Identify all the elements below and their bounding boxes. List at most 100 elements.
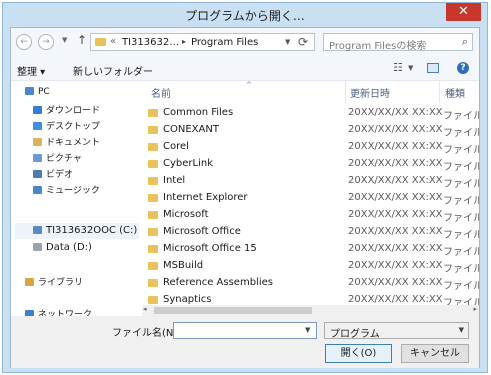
file-date: 20XX/XX/XX XX:XX	[348, 158, 443, 169]
file-name: Microsoft	[163, 209, 209, 220]
column-header-date[interactable]: 更新日時	[350, 85, 390, 100]
folder-icon	[148, 143, 158, 151]
file-date: 20XX/XX/XX XX:XX	[348, 260, 443, 271]
search-placeholder: Program Filesの検索	[329, 41, 427, 52]
file-type: ファイル	[443, 247, 479, 258]
sidebar-item-libraries[interactable]: ライブラリ	[25, 275, 83, 288]
folder-icon	[148, 160, 158, 168]
chevron-right-icon[interactable]: ▸	[182, 37, 186, 46]
pictures-folder-icon	[33, 154, 42, 162]
file-name: Microsoft Office 15	[163, 243, 257, 254]
column-header-name[interactable]: 名前	[151, 85, 171, 100]
sidebar-item-label: ピクチャ	[46, 154, 82, 164]
column-divider[interactable]	[439, 81, 440, 103]
file-name: CyberLink	[163, 158, 213, 169]
table-row[interactable]: CONEXANT 20XX/XX/XX XX:XX ファイル	[142, 122, 479, 139]
table-row[interactable]: Intel 20XX/XX/XX XX:XX ファイル	[142, 173, 479, 190]
sidebar-item-drive-c[interactable]: TI313632OOC (C:)	[33, 225, 137, 236]
sidebar-item-music[interactable]: ミュージック	[33, 183, 100, 196]
file-type: ファイル	[443, 281, 479, 292]
documents-folder-icon	[33, 138, 42, 146]
sidebar-item-desktop[interactable]: デスクトップ	[33, 119, 100, 132]
sidebar-item-pictures[interactable]: ピクチャ	[33, 151, 82, 164]
table-row[interactable]: Microsoft 20XX/XX/XX XX:XX ファイル	[142, 207, 479, 224]
breadcrumb-segment-computer[interactable]: TI313632…	[122, 37, 179, 48]
file-name: Common Files	[163, 107, 234, 118]
file-type: ファイル	[443, 298, 479, 305]
file-name: Synaptics	[163, 294, 212, 305]
title-bar[interactable]: プログラムから開く… ✕	[3, 3, 487, 27]
refresh-icon[interactable]: ⟳	[298, 35, 308, 49]
column-divider[interactable]	[345, 81, 346, 103]
address-bar[interactable]: « TI313632… ▸ Program Files ▼ ⟳	[90, 33, 315, 51]
open-button[interactable]: 開く(O)	[325, 344, 392, 363]
table-row[interactable]: CyberLink 20XX/XX/XX XX:XX ファイル	[142, 156, 479, 173]
scroll-left-arrow-icon[interactable]: ◂	[143, 305, 147, 313]
file-type: ファイル	[443, 196, 479, 207]
file-type: ファイル	[443, 264, 479, 275]
folder-icon	[148, 211, 158, 219]
folder-icon	[148, 262, 158, 270]
table-row[interactable]: Corel 20XX/XX/XX XX:XX ファイル	[142, 139, 479, 156]
file-date: 20XX/XX/XX XX:XX	[348, 175, 443, 186]
folder-icon	[148, 126, 158, 134]
organize-button[interactable]: 整理 ▾	[17, 63, 45, 78]
folder-icon	[148, 177, 158, 185]
chevron-double-left-icon[interactable]: «	[110, 36, 116, 47]
sidebar-item-documents[interactable]: ドキュメント	[33, 135, 100, 148]
file-date: 20XX/XX/XX XX:XX	[348, 141, 443, 152]
filename-input[interactable]	[173, 322, 317, 339]
forward-arrow-icon[interactable]: →	[38, 34, 54, 50]
sidebar-item-downloads[interactable]: ダウンロード	[33, 103, 100, 116]
table-row[interactable]: Reference Assemblies 20XX/XX/XX XX:XX ファイル	[142, 275, 479, 292]
help-icon[interactable]: ?	[457, 62, 469, 74]
file-name: Microsoft Office	[163, 226, 241, 237]
table-row[interactable]: Microsoft Office 20XX/XX/XX XX:XX ファイル	[142, 224, 479, 241]
search-icon[interactable]: ⌕	[462, 35, 468, 49]
recent-locations-chevron-icon[interactable]: ▼	[62, 36, 67, 44]
filetype-value: プログラム	[330, 329, 380, 340]
file-date: 20XX/XX/XX XX:XX	[348, 226, 443, 237]
sidebar-item-label: ダウンロード	[46, 106, 101, 116]
address-dropdown-icon[interactable]: ▼	[285, 38, 290, 46]
table-row[interactable]: Synaptics 20XX/XX/XX XX:XX ファイル	[142, 292, 479, 305]
chevron-down-icon[interactable]: ▼	[459, 326, 464, 334]
dialog-title: プログラムから開く…	[185, 9, 305, 23]
sidebar-item-label: Data (D:)	[46, 242, 92, 253]
sort-ascending-icon: ^	[246, 81, 252, 89]
sidebar-item-videos[interactable]: ビデオ	[33, 167, 73, 180]
sidebar-item-label: TI313632OOC (C:)	[46, 225, 138, 236]
file-date: 20XX/XX/XX XX:XX	[348, 124, 443, 135]
file-type: ファイル	[443, 230, 479, 241]
sidebar-item-drive-d[interactable]: Data (D:)	[33, 242, 92, 253]
cancel-button[interactable]: キャンセル	[401, 344, 469, 363]
sidebar-item-label: PC	[38, 87, 50, 97]
up-arrow-icon[interactable]: ↑	[77, 33, 87, 47]
close-button[interactable]: ✕	[446, 3, 481, 21]
column-header-type[interactable]: 種類	[445, 85, 465, 100]
table-row[interactable]: Internet Explorer 20XX/XX/XX XX:XX ファイル	[142, 190, 479, 207]
open-with-dialog: プログラムから開く… ✕ ← → ▼ ↑ « TI313632… ▸ Progr…	[2, 2, 488, 373]
breadcrumb-segment-program-files[interactable]: Program Files	[191, 37, 258, 48]
filetype-select[interactable]: プログラム ▼	[324, 322, 469, 340]
view-dropdown-icon[interactable]: ▼	[408, 64, 413, 72]
new-folder-button[interactable]: 新しいフォルダー	[73, 63, 153, 78]
horizontal-scrollbar[interactable]: ◂ ▸	[142, 305, 479, 316]
back-arrow-icon[interactable]: ←	[16, 34, 32, 50]
sidebar-item-pc[interactable]: PC	[25, 87, 50, 97]
search-box[interactable]: Program Filesの検索 ⌕	[323, 33, 473, 52]
scrollbar-thumb[interactable]	[154, 307, 312, 314]
table-row[interactable]: MSBuild 20XX/XX/XX XX:XX ファイル	[142, 258, 479, 275]
filename-dropdown-icon[interactable]: ▼	[305, 326, 310, 334]
preview-pane-icon[interactable]	[427, 63, 439, 73]
file-date: 20XX/XX/XX XX:XX	[348, 294, 443, 305]
table-row[interactable]: Common Files 20XX/XX/XX XX:XX ファイル	[142, 105, 479, 122]
navigation-bar: ← → ▼ ↑ « TI313632… ▸ Program Files ▼ ⟳ …	[11, 28, 479, 58]
file-name: Intel	[163, 175, 186, 186]
navigation-pane: PC ダウンロード デスクトップ ドキュメント ピクチャ ビデオ ミュージック …	[11, 81, 139, 320]
sidebar-item-label: ドキュメント	[46, 138, 101, 148]
scroll-right-arrow-icon[interactable]: ▸	[473, 305, 477, 313]
file-name: Reference Assemblies	[163, 277, 273, 288]
view-options-icon[interactable]: ☷	[393, 61, 403, 74]
table-row[interactable]: Microsoft Office 15 20XX/XX/XX XX:XX ファイル	[142, 241, 479, 258]
